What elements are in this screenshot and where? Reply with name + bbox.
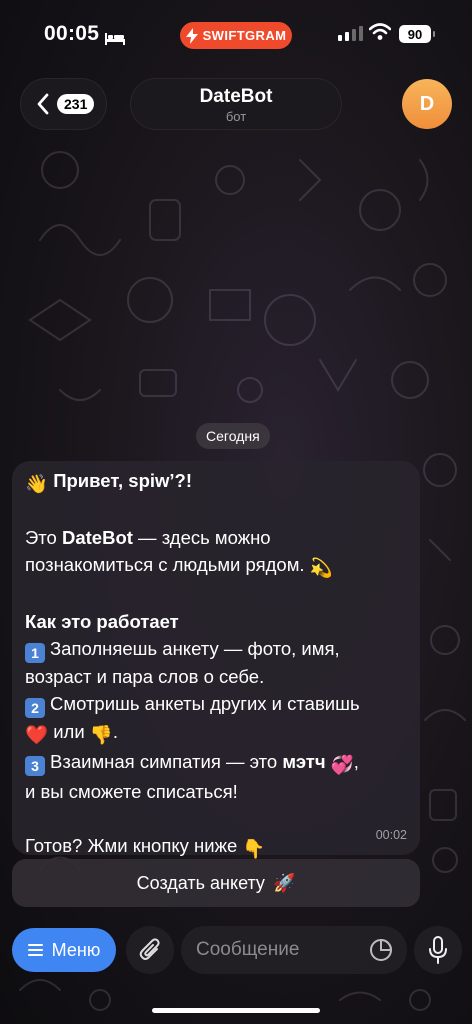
two-hearts-icon: 💞 — [330, 754, 354, 775]
message-line: познакомиться с людьми рядом. 💫 — [25, 551, 406, 581]
microphone-icon — [429, 936, 447, 964]
message-line: Как это работает — [25, 611, 179, 632]
waving-hand-icon: 👋 — [25, 473, 49, 494]
dizzy-icon: 💫 — [309, 557, 333, 578]
back-button[interactable]: 231 — [20, 78, 107, 130]
message-line: 1 Заполняешь анкету — фото, имя, — [25, 635, 406, 663]
thumbs-down-icon: 👎 — [89, 724, 113, 745]
microphone-button[interactable] — [414, 926, 462, 974]
bot-avatar[interactable]: D — [402, 79, 452, 129]
bot-menu-button[interactable]: Меню — [12, 928, 116, 972]
message-line: Готов? Жми кнопку ниже 👇 — [25, 832, 406, 862]
message-bubble[interactable]: 👋 Привет, spiw’?! Это DateBot — здесь мо… — [12, 461, 420, 859]
swiftgram-badge: SWIFTGRAM — [180, 22, 292, 49]
message-line: 2 Смотришь анкеты других и ставишь — [25, 690, 406, 718]
sticker-icon[interactable] — [369, 938, 393, 962]
attach-button[interactable] — [126, 926, 174, 974]
chat-subtitle: бот — [225, 109, 247, 124]
message-input-container[interactable] — [181, 926, 407, 974]
chat-title: DateBot — [199, 86, 273, 107]
message-input[interactable] — [196, 939, 356, 961]
chat-title-header[interactable]: DateBot бот — [130, 78, 342, 130]
red-heart-icon: ❤️ — [25, 724, 49, 745]
lightning-icon — [185, 27, 198, 44]
keycap-one-icon: 1 — [25, 643, 45, 663]
message-line: Это DateBot — здесь можно — [25, 527, 271, 548]
wifi-icon — [369, 23, 391, 40]
keycap-two-icon: 2 — [25, 698, 45, 718]
date-separator: Сегодня — [196, 423, 270, 449]
message-line: и вы сможете списаться! — [25, 781, 238, 802]
chevron-left-icon — [37, 93, 49, 115]
status-bar: 00:05 SWIFTGRAM 90 — [0, 0, 472, 70]
status-time: 00:05 — [44, 22, 126, 46]
keycap-three-icon: 3 — [25, 756, 45, 776]
message-line: 👋 Привет, spiw’?! — [25, 467, 406, 497]
message-timestamp: 00:02 — [375, 828, 407, 842]
unread-count-badge: 231 — [57, 94, 95, 114]
battery-indicator: 90 — [399, 25, 435, 43]
home-indicator[interactable] — [152, 1008, 320, 1013]
message-line: возраст и пара слов о себе. — [25, 666, 265, 687]
create-profile-button[interactable]: Создать анкету 🚀 — [12, 859, 420, 907]
paperclip-icon — [139, 938, 160, 960]
message-line: ❤️ или 👎. — [25, 718, 406, 748]
menu-icon — [27, 944, 43, 956]
pointing-down-icon: 👇 — [242, 838, 266, 859]
cellular-signal-icon — [338, 25, 363, 41]
rocket-icon: 🚀 — [272, 872, 296, 893]
message-line: 3 Взаимная симпатия — это мэтч 💞, — [25, 748, 406, 778]
sleep-mode-icon — [105, 27, 126, 45]
